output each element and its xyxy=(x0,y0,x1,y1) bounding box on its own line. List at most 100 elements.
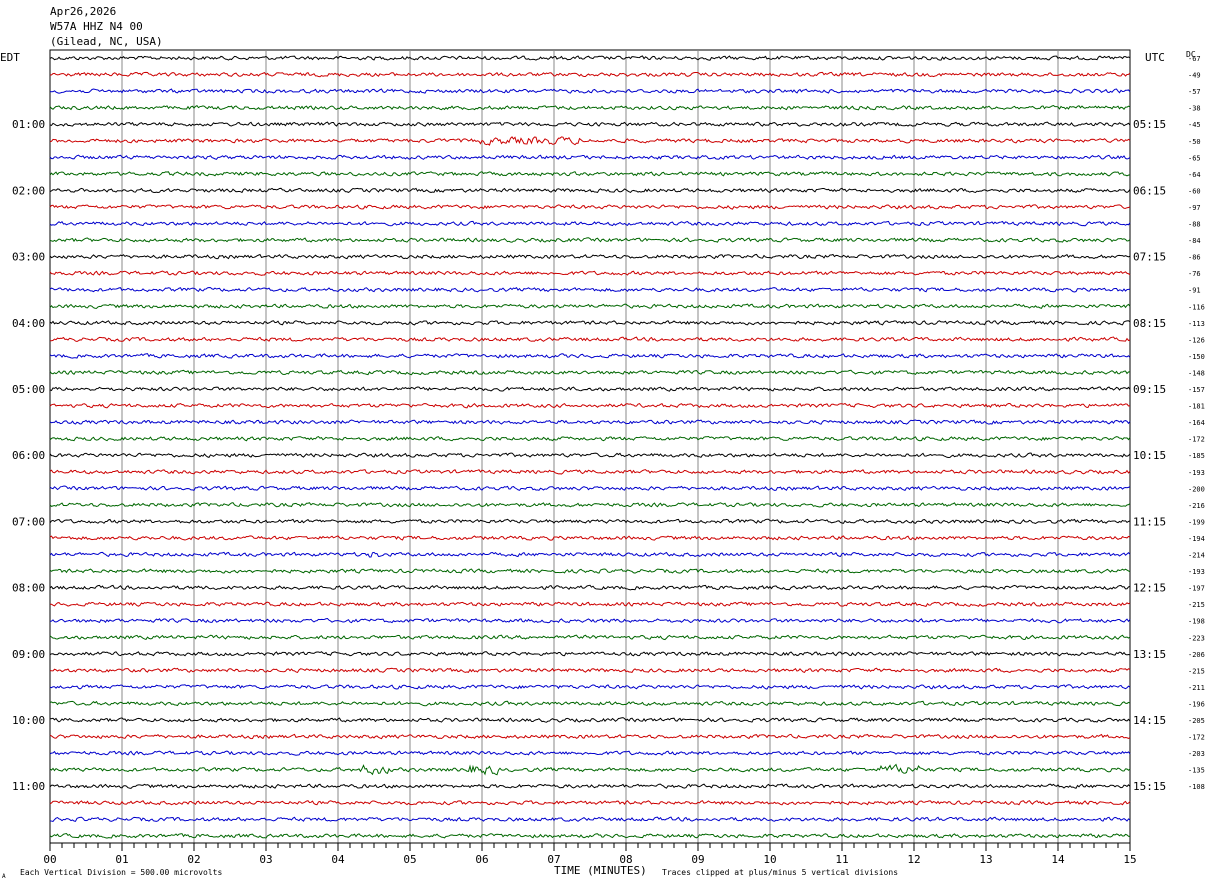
dc-offset-label: -113 xyxy=(1188,320,1205,328)
seismic-trace xyxy=(49,136,1131,146)
dc-offset-label: -38 xyxy=(1188,105,1201,113)
x-tick-label: 04 xyxy=(331,853,345,866)
x-tick-label: 11 xyxy=(835,853,848,866)
utc-hour-label: 06:15 xyxy=(1133,184,1166,197)
edt-hour-label: 01:00 xyxy=(12,118,45,131)
seismic-trace xyxy=(49,750,1131,756)
seismic-trace xyxy=(49,816,1131,822)
dc-offset-label: -214 xyxy=(1188,552,1205,560)
seismic-trace xyxy=(49,684,1131,690)
x-tick-label: 09 xyxy=(691,853,704,866)
x-tick-label: 10 xyxy=(763,853,776,866)
seismic-trace xyxy=(49,469,1131,475)
seismic-trace xyxy=(49,832,1131,839)
dc-offset-label: -198 xyxy=(1188,618,1205,626)
utc-hour-label: 08:15 xyxy=(1133,317,1166,330)
dc-offset-label: -97 xyxy=(1188,204,1201,212)
right-axis-label: UTC xyxy=(1145,51,1165,64)
seismic-trace xyxy=(49,634,1131,641)
dc-offset-label: -148 xyxy=(1188,369,1205,377)
x-tick-label: 14 xyxy=(1051,853,1065,866)
dc-offset-label: -223 xyxy=(1188,634,1205,642)
seismic-trace xyxy=(49,535,1131,541)
utc-hour-label: 12:15 xyxy=(1133,582,1166,595)
dc-offset-label: -45 xyxy=(1188,121,1201,129)
left-axis-label: EDT xyxy=(0,51,20,64)
seismic-trace xyxy=(49,154,1131,160)
dc-offset-label: -135 xyxy=(1188,767,1205,775)
dc-offset-label: -157 xyxy=(1188,386,1205,394)
dc-offset-label: -200 xyxy=(1188,485,1205,493)
footer-scale-note: Each Vertical Division = 500.00 microvol… xyxy=(20,868,222,877)
x-tick-label: 06 xyxy=(475,853,488,866)
dc-offset-label: -172 xyxy=(1188,734,1205,742)
dc-offset-label: -196 xyxy=(1188,700,1205,708)
seismic-trace xyxy=(49,71,1131,78)
utc-hour-label: 09:15 xyxy=(1133,383,1166,396)
seismic-trace xyxy=(49,763,1131,776)
x-tick-label: 07 xyxy=(547,853,560,866)
edt-hour-label: 10:00 xyxy=(12,714,45,727)
seismic-trace xyxy=(49,485,1131,491)
edt-hour-label: 02:00 xyxy=(12,184,45,197)
dc-offset-label: -193 xyxy=(1188,469,1205,477)
dc-offset-label: -197 xyxy=(1188,585,1205,593)
utc-hour-label: 11:15 xyxy=(1133,515,1166,528)
seismic-trace xyxy=(49,237,1131,243)
dc-offset-label: -172 xyxy=(1188,436,1205,444)
seismic-trace xyxy=(49,220,1131,227)
seismic-trace xyxy=(49,551,1131,558)
dc-offset-label: -67 xyxy=(1188,55,1201,63)
seismic-trace xyxy=(49,386,1131,392)
dc-offset-label: -108 xyxy=(1188,783,1205,791)
edt-hour-label: 04:00 xyxy=(12,317,45,330)
dc-offset-label: -86 xyxy=(1188,254,1201,262)
seismic-trace xyxy=(49,800,1131,806)
dc-offset-label: -150 xyxy=(1188,353,1205,361)
utc-hour-label: 10:15 xyxy=(1133,449,1166,462)
edt-hour-label: 09:00 xyxy=(12,648,45,661)
dc-offset-label: -181 xyxy=(1188,403,1205,411)
seismic-trace xyxy=(49,171,1131,177)
dc-offset-label: -84 xyxy=(1188,237,1201,245)
seismic-trace xyxy=(49,88,1131,94)
edt-hour-label: 07:00 xyxy=(12,515,45,528)
x-tick-label: 02 xyxy=(187,853,200,866)
dc-offset-label: -194 xyxy=(1188,535,1205,543)
x-tick-label: 01 xyxy=(115,853,128,866)
seismic-trace xyxy=(49,320,1131,326)
seismic-trace xyxy=(49,783,1131,789)
seismic-trace xyxy=(49,435,1131,442)
dc-offset-label: -215 xyxy=(1188,601,1205,609)
dc-offset-label: -164 xyxy=(1188,419,1205,427)
plot-frame xyxy=(49,49,1131,844)
x-tick-label: 15 xyxy=(1123,853,1136,866)
edt-hour-label: 06:00 xyxy=(12,449,45,462)
dc-offset-label: -76 xyxy=(1188,270,1201,278)
dc-offset-label: -203 xyxy=(1188,750,1205,758)
seismic-trace xyxy=(49,568,1131,574)
x-tick-label: 08 xyxy=(619,853,632,866)
seismic-trace xyxy=(49,303,1131,309)
seismic-trace xyxy=(49,518,1131,525)
seismic-trace xyxy=(49,601,1131,607)
edt-hour-label: 11:00 xyxy=(12,780,45,793)
seismic-trace xyxy=(49,353,1131,359)
dc-offset-label: -211 xyxy=(1188,684,1205,692)
dc-offset-label: -193 xyxy=(1188,568,1205,576)
seismic-trace xyxy=(49,584,1131,591)
dc-offset-label: -88 xyxy=(1188,221,1201,229)
utc-hour-label: 13:15 xyxy=(1133,648,1166,661)
seismic-trace xyxy=(49,733,1131,740)
seismic-trace xyxy=(49,104,1131,111)
dc-offset-label: -126 xyxy=(1188,336,1205,344)
seismic-trace xyxy=(49,419,1131,425)
x-tick-label: 13 xyxy=(979,853,992,866)
seismic-trace xyxy=(49,187,1131,194)
seismic-trace xyxy=(49,369,1131,376)
x-tick-label: 03 xyxy=(259,853,272,866)
seismic-trace xyxy=(49,617,1131,624)
dc-offset-label: -64 xyxy=(1188,171,1201,179)
utc-hour-label: 05:15 xyxy=(1133,118,1166,131)
x-tick-label: 12 xyxy=(907,853,920,866)
